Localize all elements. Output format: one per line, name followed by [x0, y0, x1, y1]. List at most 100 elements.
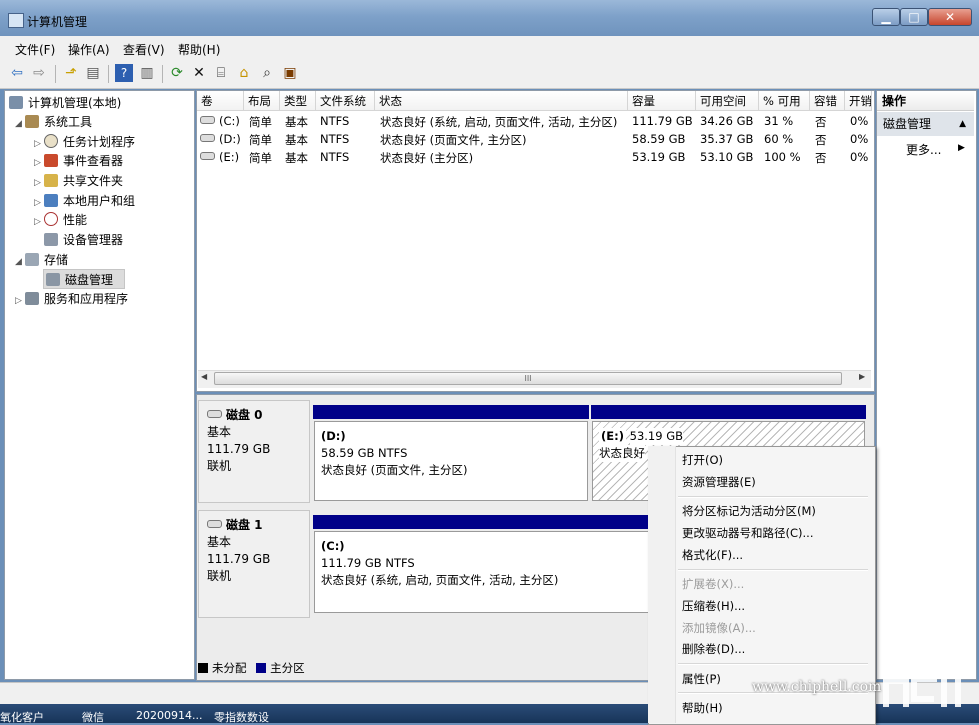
expand-icon[interactable]: ▷	[34, 158, 44, 168]
table-cell: NTFS	[320, 114, 350, 128]
clock-icon	[44, 134, 58, 148]
column-header-capacity[interactable]: 容量	[628, 91, 696, 111]
table-cell: 基本	[285, 133, 308, 147]
computer-icon	[9, 96, 23, 109]
menu-item-open[interactable]: 打开(O)	[682, 452, 723, 468]
table-cell: 状态良好 (主分区)	[380, 151, 474, 165]
table-cell: 0%	[850, 132, 869, 146]
chevron-right-icon: ▶	[958, 143, 965, 153]
disk-1-label[interactable]: 磁盘 1 基本 111.79 GB 联机	[198, 510, 310, 618]
disk-icon	[207, 410, 222, 418]
expand-icon[interactable]: ▷	[34, 198, 44, 208]
menu-help[interactable]: 帮助(H)	[178, 41, 220, 58]
table-cell: 100 %	[764, 150, 801, 164]
disk-icon	[207, 520, 222, 528]
scroll-left-icon[interactable]: ◀	[201, 372, 207, 381]
table-cell: 否	[815, 151, 827, 165]
close-button[interactable]: ✕	[928, 8, 972, 26]
menu-file[interactable]: 文件(F)	[15, 41, 55, 58]
window-title: 计算机管理	[27, 15, 88, 29]
table-cell: 简单	[249, 133, 272, 147]
menu-separator	[678, 663, 868, 665]
storage-icon	[25, 253, 39, 266]
column-header-filesystem[interactable]: 文件系统	[316, 91, 375, 111]
disk-0-label[interactable]: 磁盘 0 基本 111.79 GB 联机	[198, 400, 310, 503]
column-header-free-space[interactable]: 可用空间	[696, 91, 759, 111]
table-row[interactable]: (E:)	[200, 150, 239, 164]
menu-item-add-mirror: 添加镜像(A)...	[682, 621, 756, 635]
expand-icon[interactable]: ▷	[34, 139, 44, 149]
table-cell: 53.10 GB	[700, 150, 754, 164]
actions-header: 操作	[877, 91, 974, 111]
menu-separator	[678, 496, 868, 498]
tree-node-root[interactable]: 计算机管理(本地)	[9, 94, 121, 111]
view-icon[interactable]: ▥	[138, 64, 156, 82]
expand-icon[interactable]: ▷	[34, 178, 44, 188]
menu-item-shrink-volume[interactable]: 压缩卷(H)...	[682, 598, 745, 614]
menu-item-format[interactable]: 格式化(F)...	[682, 547, 743, 563]
menu-item-change-drive-letter[interactable]: 更改驱动器号和路径(C)...	[682, 525, 813, 541]
minimize-button[interactable]: ▁	[872, 8, 900, 26]
menu-item-delete-volume[interactable]: 删除卷(D)...	[682, 641, 745, 657]
table-cell: 58.59 GB	[632, 132, 686, 146]
back-icon[interactable]: ⇦	[8, 64, 26, 82]
table-cell: 基本	[285, 115, 308, 129]
column-header-percent-free[interactable]: % 可用	[759, 91, 810, 111]
properties-icon[interactable]: ⌸	[212, 64, 230, 82]
table-cell: 否	[815, 115, 827, 129]
tree-node-storage[interactable]: ◢ 存储	[15, 251, 68, 268]
expand-icon[interactable]: ▷	[15, 296, 25, 306]
tree-node-shared-folders[interactable]: ▷ 共享文件夹	[34, 172, 123, 189]
open-icon[interactable]: ⌂	[235, 64, 253, 82]
menu-view[interactable]: 查看(V)	[123, 41, 165, 58]
delete-icon[interactable]: ✕	[190, 64, 208, 82]
taskbar-item[interactable]: 20200914...	[136, 709, 202, 722]
table-row[interactable]: (C:)	[200, 114, 240, 128]
collapse-up-icon[interactable]: ▲	[959, 112, 966, 136]
column-header-fault-tolerance[interactable]: 容错	[810, 91, 845, 111]
tree-node-task-scheduler[interactable]: ▷ 任务计划程序	[34, 133, 135, 150]
column-header-status[interactable]: 状态	[375, 91, 628, 111]
tree-node-performance[interactable]: ▷ 性能	[34, 211, 87, 228]
tree-node-local-users[interactable]: ▷ 本地用户和组	[34, 192, 135, 209]
forward-icon[interactable]: ⇨	[30, 64, 48, 82]
table-cell: 35.37 GB	[700, 132, 754, 146]
menu-item-properties[interactable]: 属性(P)	[682, 671, 721, 687]
performance-icon	[44, 212, 58, 226]
toolbar-separator	[55, 65, 56, 83]
legend: 未分配 主分区	[198, 660, 305, 676]
table-row[interactable]: (D:)	[200, 132, 241, 146]
scroll-right-icon[interactable]: ▶	[859, 372, 865, 381]
search-icon[interactable]: ⌕	[258, 64, 276, 82]
table-cell: 111.79 GB	[632, 114, 693, 128]
menu-action[interactable]: 操作(A)	[68, 41, 110, 58]
column-header-volume[interactable]: 卷	[197, 91, 244, 111]
expand-icon[interactable]: ▷	[34, 217, 44, 227]
column-header-overhead[interactable]: 开销	[845, 91, 872, 111]
menu-item-explorer[interactable]: 资源管理器(E)	[682, 474, 756, 490]
tree-node-disk-management[interactable]: 磁盘管理	[43, 269, 125, 289]
export-icon[interactable]: ▣	[281, 64, 299, 82]
table-cell: 简单	[249, 115, 272, 129]
actions-section-disk-management[interactable]: 磁盘管理 ▲	[877, 112, 974, 136]
actions-more[interactable]: 更多... ▶	[906, 141, 965, 158]
table-cell: 60 %	[764, 132, 794, 146]
maximize-button[interactable]: □	[900, 8, 928, 26]
refresh-icon[interactable]: ⟳	[168, 64, 186, 82]
collapse-icon[interactable]: ◢	[15, 119, 25, 129]
menu-item-mark-active[interactable]: 将分区标记为活动分区(M)	[682, 503, 816, 519]
help-icon[interactable]: ?	[115, 64, 133, 82]
column-header-type[interactable]: 类型	[280, 91, 316, 111]
scrollbar-thumb[interactable]: III	[214, 372, 842, 385]
show-hide-tree-icon[interactable]: ▤	[84, 64, 102, 82]
tree-node-system-tools[interactable]: ◢ 系统工具	[15, 113, 92, 130]
tree-node-services-apps[interactable]: ▷ 服务和应用程序	[15, 290, 128, 307]
menu-item-help[interactable]: 帮助(H)	[682, 700, 723, 716]
table-cell: 31 %	[764, 114, 794, 128]
collapse-icon[interactable]: ◢	[15, 257, 25, 267]
partition-d[interactable]: (D:) 58.59 GB NTFS 状态良好 (页面文件, 主分区)	[314, 421, 588, 501]
up-icon[interactable]: ⬏	[62, 64, 80, 82]
column-header-layout[interactable]: 布局	[244, 91, 280, 111]
tree-node-device-manager[interactable]: 设备管理器	[44, 231, 123, 248]
tree-node-event-viewer[interactable]: ▷ 事件查看器	[34, 152, 123, 169]
